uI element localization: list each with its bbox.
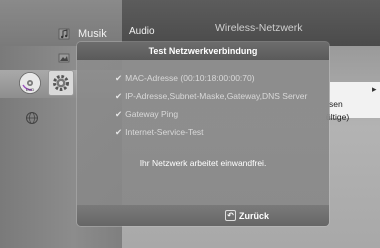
tv-screen: Musik Audio Wireless-Netzwerk DVD ▸ sen … — [0, 0, 380, 248]
globe-network-icon — [25, 111, 39, 125]
background-text-1: sen — [329, 99, 343, 109]
background-text-2: ültige) — [326, 112, 350, 122]
checkmark-icon: ✔ — [115, 73, 123, 83]
return-icon: ↶ — [225, 210, 236, 221]
check-item-internet: ✔ Internet-Service-Test — [115, 127, 204, 138]
music-note-icon — [58, 28, 70, 40]
checkmark-icon: ✔ — [115, 127, 123, 137]
dialog-footer: ↶ Zurück — [77, 205, 329, 226]
arrow-right-icon: ▸ — [372, 84, 377, 94]
menu-item-wireless-netzwerk[interactable]: Wireless-Netzwerk — [215, 22, 303, 34]
svg-text:DVD: DVD — [26, 87, 35, 92]
check-item-mac: ✔ MAC-Adresse (00:10:18:00:00:70) — [115, 73, 255, 84]
back-button[interactable]: ↶ Zurück — [225, 209, 269, 222]
check-label: MAC-Adresse (00:10:18:00:00:70) — [125, 73, 255, 83]
gear-icon[interactable] — [48, 70, 74, 96]
back-button-label: Zurück — [239, 210, 270, 221]
checkmark-icon: ✔ — [115, 91, 123, 101]
menu-item-musik[interactable]: Musik — [78, 28, 107, 40]
check-item-ip: ✔ IP-Adresse,Subnet-Maske,Gateway,DNS Ser… — [115, 91, 307, 102]
check-item-gateway: ✔ Gateway Ping — [115, 109, 178, 120]
status-message: Ihr Netzwerk arbeitet einwandfrei. — [139, 158, 267, 168]
photo-icon — [58, 52, 70, 64]
check-label: Internet-Service-Test — [125, 127, 204, 137]
check-label: Gateway Ping — [125, 109, 179, 119]
network-test-dialog: Test Netzwerkverbindung ✔ MAC-Adresse (00… — [77, 42, 329, 226]
checkmark-icon: ✔ — [115, 109, 123, 119]
check-label: IP-Adresse,Subnet-Maske,Gateway,DNS Serv… — [125, 91, 308, 101]
dialog-title: Test Netzwerkverbindung — [77, 42, 329, 60]
menu-item-audio[interactable]: Audio — [129, 26, 155, 37]
dvd-disc-icon[interactable]: DVD — [18, 71, 42, 95]
